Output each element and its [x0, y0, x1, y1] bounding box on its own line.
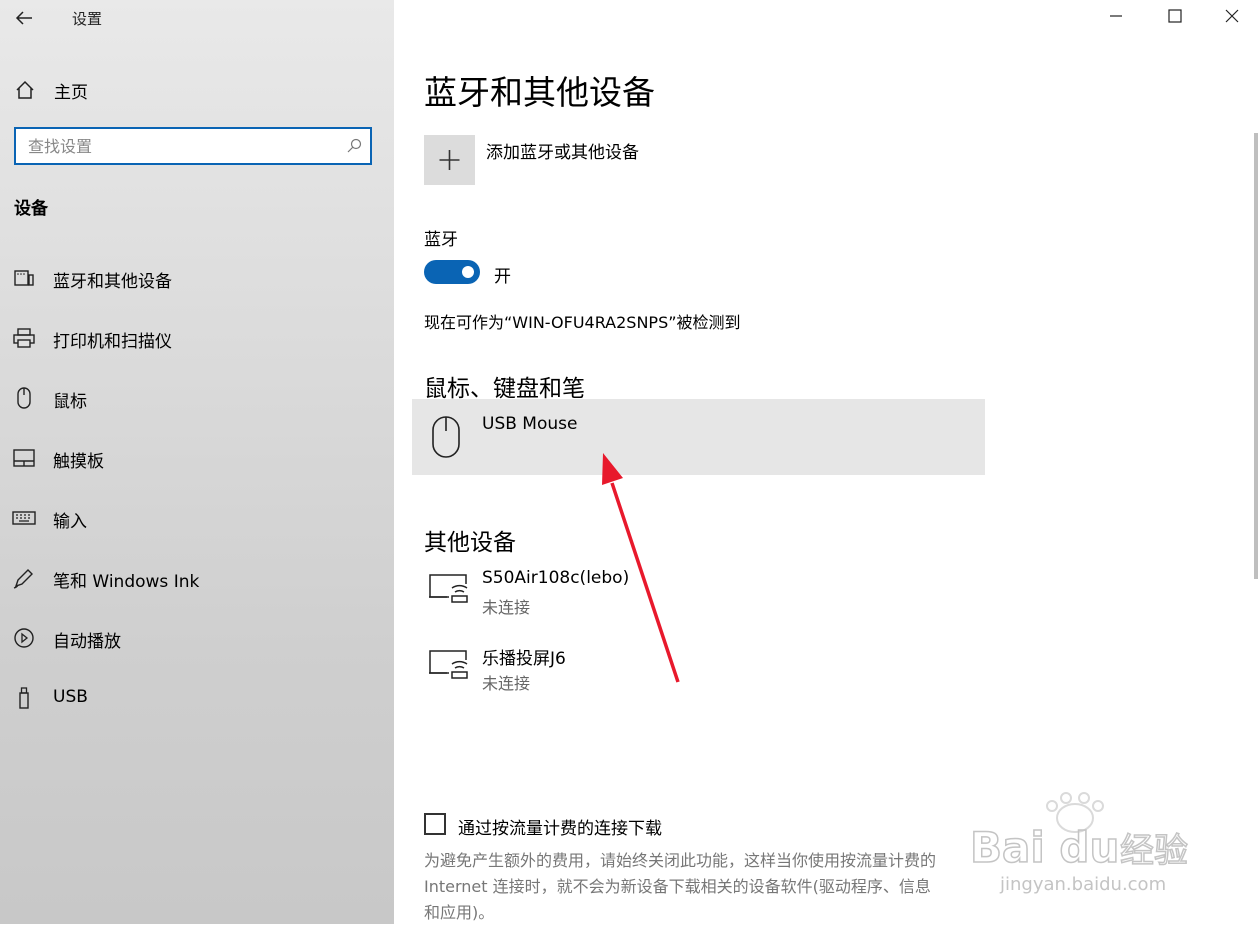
sidebar-item-printers[interactable]: 打印机和扫描仪 [0, 313, 394, 363]
bluetooth-device-icon [12, 266, 36, 290]
sidebar-item-label: 自动播放 [53, 632, 121, 652]
plus-icon [439, 150, 460, 170]
minimize-icon[interactable] [1104, 4, 1128, 28]
sidebar-item-typing[interactable]: 输入 [0, 493, 394, 543]
baidu-watermark: Bai du 经验 jingyan.baidu.com [970, 792, 1189, 895]
cast-device-icon [427, 572, 471, 606]
sidebar-item-pen[interactable]: 笔和 Windows Ink [0, 553, 394, 603]
metered-download-label[interactable]: 通过按流量计费的连接下载 [458, 814, 662, 839]
metered-description: 为避免产生额外的费用，请始终关闭此功能，这样当你使用按流量计费的 Interne… [424, 848, 1024, 926]
sidebar-item-label: 输入 [53, 512, 87, 532]
sidebar-item-label: 蓝牙和其他设备 [53, 272, 172, 292]
description-line: 和应用)。 [424, 903, 495, 922]
add-device-label[interactable]: 添加蓝牙或其他设备 [486, 138, 639, 163]
search-input[interactable] [28, 129, 328, 163]
bluetooth-toggle[interactable] [424, 260, 480, 284]
description-line: Internet 连接时，就不会为新设备下载相关的设备软件(驱动程序、信息 [424, 877, 931, 896]
discoverable-text: 现在可作为“WIN-OFU4RA2SNPS”被检测到 [424, 313, 741, 332]
sidebar-item-label: 鼠标 [53, 392, 87, 412]
cast-device-icon [427, 648, 471, 682]
printer-icon [12, 326, 36, 350]
search-box[interactable] [14, 127, 372, 165]
home-link[interactable]: 主页 [54, 78, 88, 103]
app-title: 设置 [72, 10, 103, 28]
sidebar-item-label: USB [53, 687, 88, 707]
mouse-icon [12, 386, 36, 410]
device-name[interactable]: 乐播投屏J6 [482, 644, 566, 669]
device-name: USB Mouse [482, 414, 578, 434]
other-group-title: 其他设备 [424, 530, 516, 556]
device-row-usb-mouse[interactable]: USB Mouse [412, 399, 985, 475]
autoplay-icon [12, 626, 36, 650]
device-status: 未连接 [482, 598, 531, 617]
sidebar-item-touchpad[interactable]: 触摸板 [0, 433, 394, 483]
pen-icon [12, 566, 36, 590]
bluetooth-state: 开 [494, 267, 511, 287]
toggle-knob [462, 266, 474, 278]
sidebar-item-usb[interactable]: USB [0, 673, 394, 723]
mouse-icon [430, 415, 462, 459]
search-icon[interactable] [346, 138, 362, 154]
sidebar: 设置 主页 设备 蓝牙和其他设备 打印机和扫描仪 鼠标 触摸板 [0, 0, 394, 924]
sidebar-item-autoplay[interactable]: 自动播放 [0, 613, 394, 663]
sidebar-item-label: 触摸板 [53, 452, 104, 472]
scrollbar[interactable] [1254, 133, 1258, 579]
add-device-button[interactable] [424, 135, 475, 185]
usb-icon [12, 686, 36, 710]
back-arrow-icon[interactable] [12, 6, 36, 30]
sidebar-item-label: 打印机和扫描仪 [53, 332, 172, 352]
maximize-icon[interactable] [1163, 4, 1187, 28]
watermark-brand: Bai du [970, 823, 1119, 872]
mouse-group-title: 鼠标、键盘和笔 [424, 376, 585, 402]
section-title: 设备 [14, 199, 48, 219]
metered-download-checkbox[interactable] [424, 813, 446, 835]
bluetooth-label: 蓝牙 [424, 230, 458, 250]
touchpad-icon [12, 446, 36, 470]
home-icon[interactable] [14, 79, 36, 101]
sidebar-item-mouse[interactable]: 鼠标 [0, 373, 394, 423]
watermark-url: jingyan.baidu.com [999, 874, 1166, 895]
annotation-arrow [602, 453, 680, 683]
close-icon[interactable] [1220, 4, 1244, 28]
keyboard-icon [12, 506, 36, 530]
description-line: 为避免产生额外的费用，请始终关闭此功能，这样当你使用按流量计费的 [424, 851, 937, 870]
sidebar-item-label: 笔和 Windows Ink [53, 572, 200, 592]
watermark-label: 经验 [1120, 831, 1188, 871]
page-title: 蓝牙和其他设备 [424, 73, 655, 112]
device-status: 未连接 [482, 674, 531, 693]
sidebar-item-bluetooth[interactable]: 蓝牙和其他设备 [0, 253, 394, 303]
